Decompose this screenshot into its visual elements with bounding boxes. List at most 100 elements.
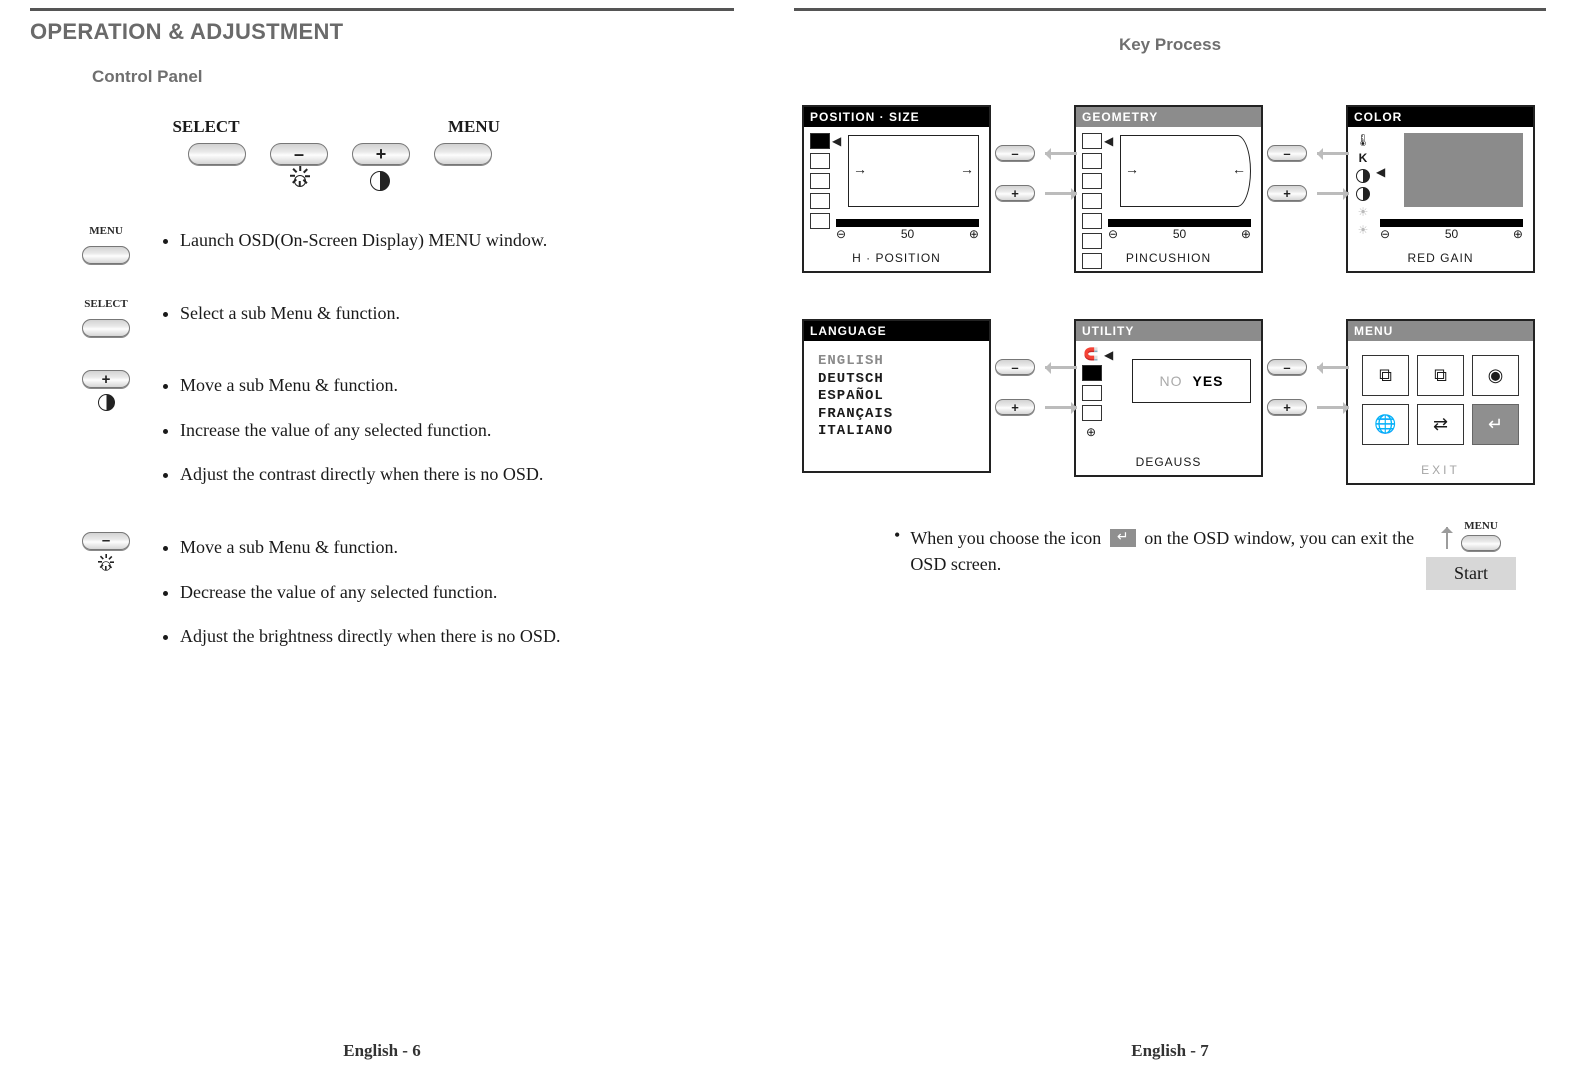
exit-icon bbox=[1110, 529, 1136, 547]
osd-language-title: LANGUAGE bbox=[804, 321, 989, 341]
minus-icon: ⊖ bbox=[1380, 227, 1390, 241]
utility-yes: YES bbox=[1192, 373, 1223, 389]
menu-exit-icon: ↵ bbox=[1472, 404, 1519, 445]
lang-espanol: ESPAÑOL bbox=[818, 388, 893, 406]
brightness-icon bbox=[290, 171, 310, 191]
menu-language-icon: 🌐 bbox=[1362, 404, 1409, 445]
lang-francais: FRANÇAIS bbox=[818, 406, 893, 424]
osd-color-caption: RED GAIN bbox=[1348, 247, 1533, 271]
contrast-icon bbox=[98, 394, 115, 411]
menu-button[interactable] bbox=[434, 143, 492, 165]
start-box: Start bbox=[1426, 557, 1516, 590]
desc-menu: MENU Launch OSD(On-Screen Display) MENU … bbox=[70, 225, 734, 270]
plus-icon: ⊕ bbox=[969, 227, 979, 241]
vpos-icon bbox=[810, 153, 830, 169]
value-bar bbox=[1108, 219, 1251, 227]
lang-english: ENGLISH bbox=[818, 353, 893, 371]
minus-icon: ⊖ bbox=[836, 227, 846, 241]
moire-icon bbox=[1082, 385, 1102, 401]
arrow-left-icon bbox=[1041, 362, 1081, 372]
page-rule bbox=[794, 8, 1546, 11]
osd-menu-title: MENU bbox=[1348, 321, 1533, 341]
geom6-icon bbox=[1082, 233, 1102, 249]
pinbalance-icon bbox=[1082, 193, 1102, 209]
preview-rect: → → bbox=[848, 135, 979, 207]
minus-button-icon: – bbox=[82, 532, 130, 550]
osd-language: LANGUAGE ENGLISH DEUTSCH ESPAÑOL FRANÇAI… bbox=[802, 319, 991, 473]
desc-select-label: SELECT bbox=[84, 298, 127, 310]
util4-icon bbox=[1082, 405, 1102, 421]
recall-icon bbox=[1082, 365, 1102, 381]
page-footer-right: English - 7 bbox=[764, 1041, 1576, 1061]
page-footer-left: English - 6 bbox=[0, 1041, 764, 1061]
arrow-right-icon bbox=[1313, 402, 1353, 412]
colortemp-icon: 🌡 bbox=[1354, 133, 1372, 147]
start-indicator: MENU Start bbox=[1426, 520, 1516, 590]
desc-minus-c: Adjust the brightness directly when ther… bbox=[180, 621, 734, 652]
page-rule bbox=[30, 8, 734, 11]
osd-geometry-value: 50 bbox=[1173, 227, 1186, 241]
osd-geometry-caption: PINCUSHION bbox=[1076, 247, 1261, 271]
util5-icon: ⊕ bbox=[1082, 425, 1100, 439]
plus-button-icon: + bbox=[995, 399, 1035, 415]
bullet-icon: • bbox=[894, 525, 900, 547]
osd-diagram: POSITION · SIZE ◀ → → ⊖ 50 ⊕ bbox=[802, 105, 1546, 485]
arrow-left-icon: → bbox=[853, 163, 867, 179]
parallel-icon bbox=[1082, 173, 1102, 189]
nav-buttons-3: – + bbox=[1008, 319, 1068, 415]
trapezoid-icon bbox=[1082, 153, 1102, 169]
exit-note-a: When you choose the icon bbox=[910, 528, 1101, 548]
green-icon bbox=[1354, 187, 1372, 201]
desc-plus-b: Increase the value of any selected funct… bbox=[180, 415, 734, 446]
minus-button-icon: – bbox=[1267, 359, 1307, 375]
desc-menu-label: MENU bbox=[89, 225, 123, 237]
red-icon bbox=[1354, 169, 1372, 183]
minus-button[interactable]: – bbox=[270, 143, 328, 165]
rotation-icon bbox=[1082, 213, 1102, 229]
menu-geometry-icon: ⧉ bbox=[1417, 355, 1464, 396]
osd-geometry-title: GEOMETRY bbox=[1076, 107, 1261, 127]
blue-icon: ☀ bbox=[1354, 205, 1372, 219]
degauss-icon: 🧲 bbox=[1082, 347, 1100, 361]
value-bar bbox=[1380, 219, 1523, 227]
lang-italiano: ITALIANO bbox=[818, 423, 893, 441]
contrast-icon bbox=[370, 171, 390, 191]
plus-button[interactable]: + bbox=[352, 143, 410, 165]
arrow-right-icon bbox=[1041, 188, 1081, 198]
osd-position-title: POSITION · SIZE bbox=[804, 107, 989, 127]
osd-position: POSITION · SIZE ◀ → → ⊖ 50 ⊕ bbox=[802, 105, 991, 273]
osd-menu-caption: EXIT bbox=[1348, 459, 1533, 483]
plus-button-icon: + bbox=[995, 185, 1035, 201]
menu-button-icon bbox=[82, 246, 130, 264]
desc-minus-a: Move a sub Menu & function. bbox=[180, 532, 734, 563]
section-subtitle: Control Panel bbox=[92, 67, 734, 87]
geom7-icon bbox=[1082, 253, 1102, 269]
arrow-left-icon: ← bbox=[1232, 163, 1246, 179]
minus-button-icon: – bbox=[995, 359, 1035, 375]
brightness-icon bbox=[98, 558, 114, 574]
selector-arrow-icon: ◀ bbox=[1104, 348, 1113, 363]
selector-arrow-icon: ◀ bbox=[1376, 165, 1385, 180]
desc-plus-c: Adjust the contrast directly when there … bbox=[180, 459, 734, 490]
osd-color: COLOR 🌡 K ☀ ☀ ◀ ⊖50⊕ RED GAIN bbox=[1346, 105, 1535, 273]
select-button[interactable] bbox=[188, 143, 246, 165]
osd-color-title: COLOR bbox=[1348, 107, 1533, 127]
k-label: K bbox=[1354, 151, 1372, 165]
arrow-up-icon bbox=[1441, 523, 1453, 549]
selector-arrow-icon: ◀ bbox=[1104, 134, 1113, 149]
desc-select-text: Select a sub Menu & function. bbox=[180, 298, 734, 329]
osd-utility-title: UTILITY bbox=[1076, 321, 1261, 341]
selector-arrow-icon: ◀ bbox=[832, 134, 841, 149]
select-button-icon bbox=[82, 319, 130, 337]
arrow-right-icon: → bbox=[960, 163, 974, 179]
plus-icon: ⊕ bbox=[1513, 227, 1523, 241]
preview-rect: → ← bbox=[1120, 135, 1251, 207]
zoom-icon bbox=[810, 213, 830, 229]
arrow-right-icon bbox=[1313, 188, 1353, 198]
plus-icon: ⊕ bbox=[1241, 227, 1251, 241]
osd-position-value: 50 bbox=[901, 227, 914, 241]
color-preview bbox=[1404, 133, 1523, 207]
arrow-right-icon: → bbox=[1125, 163, 1139, 179]
utility-no: NO bbox=[1159, 373, 1182, 389]
control-panel-diagram: SELECT MENU – + bbox=[140, 117, 540, 191]
